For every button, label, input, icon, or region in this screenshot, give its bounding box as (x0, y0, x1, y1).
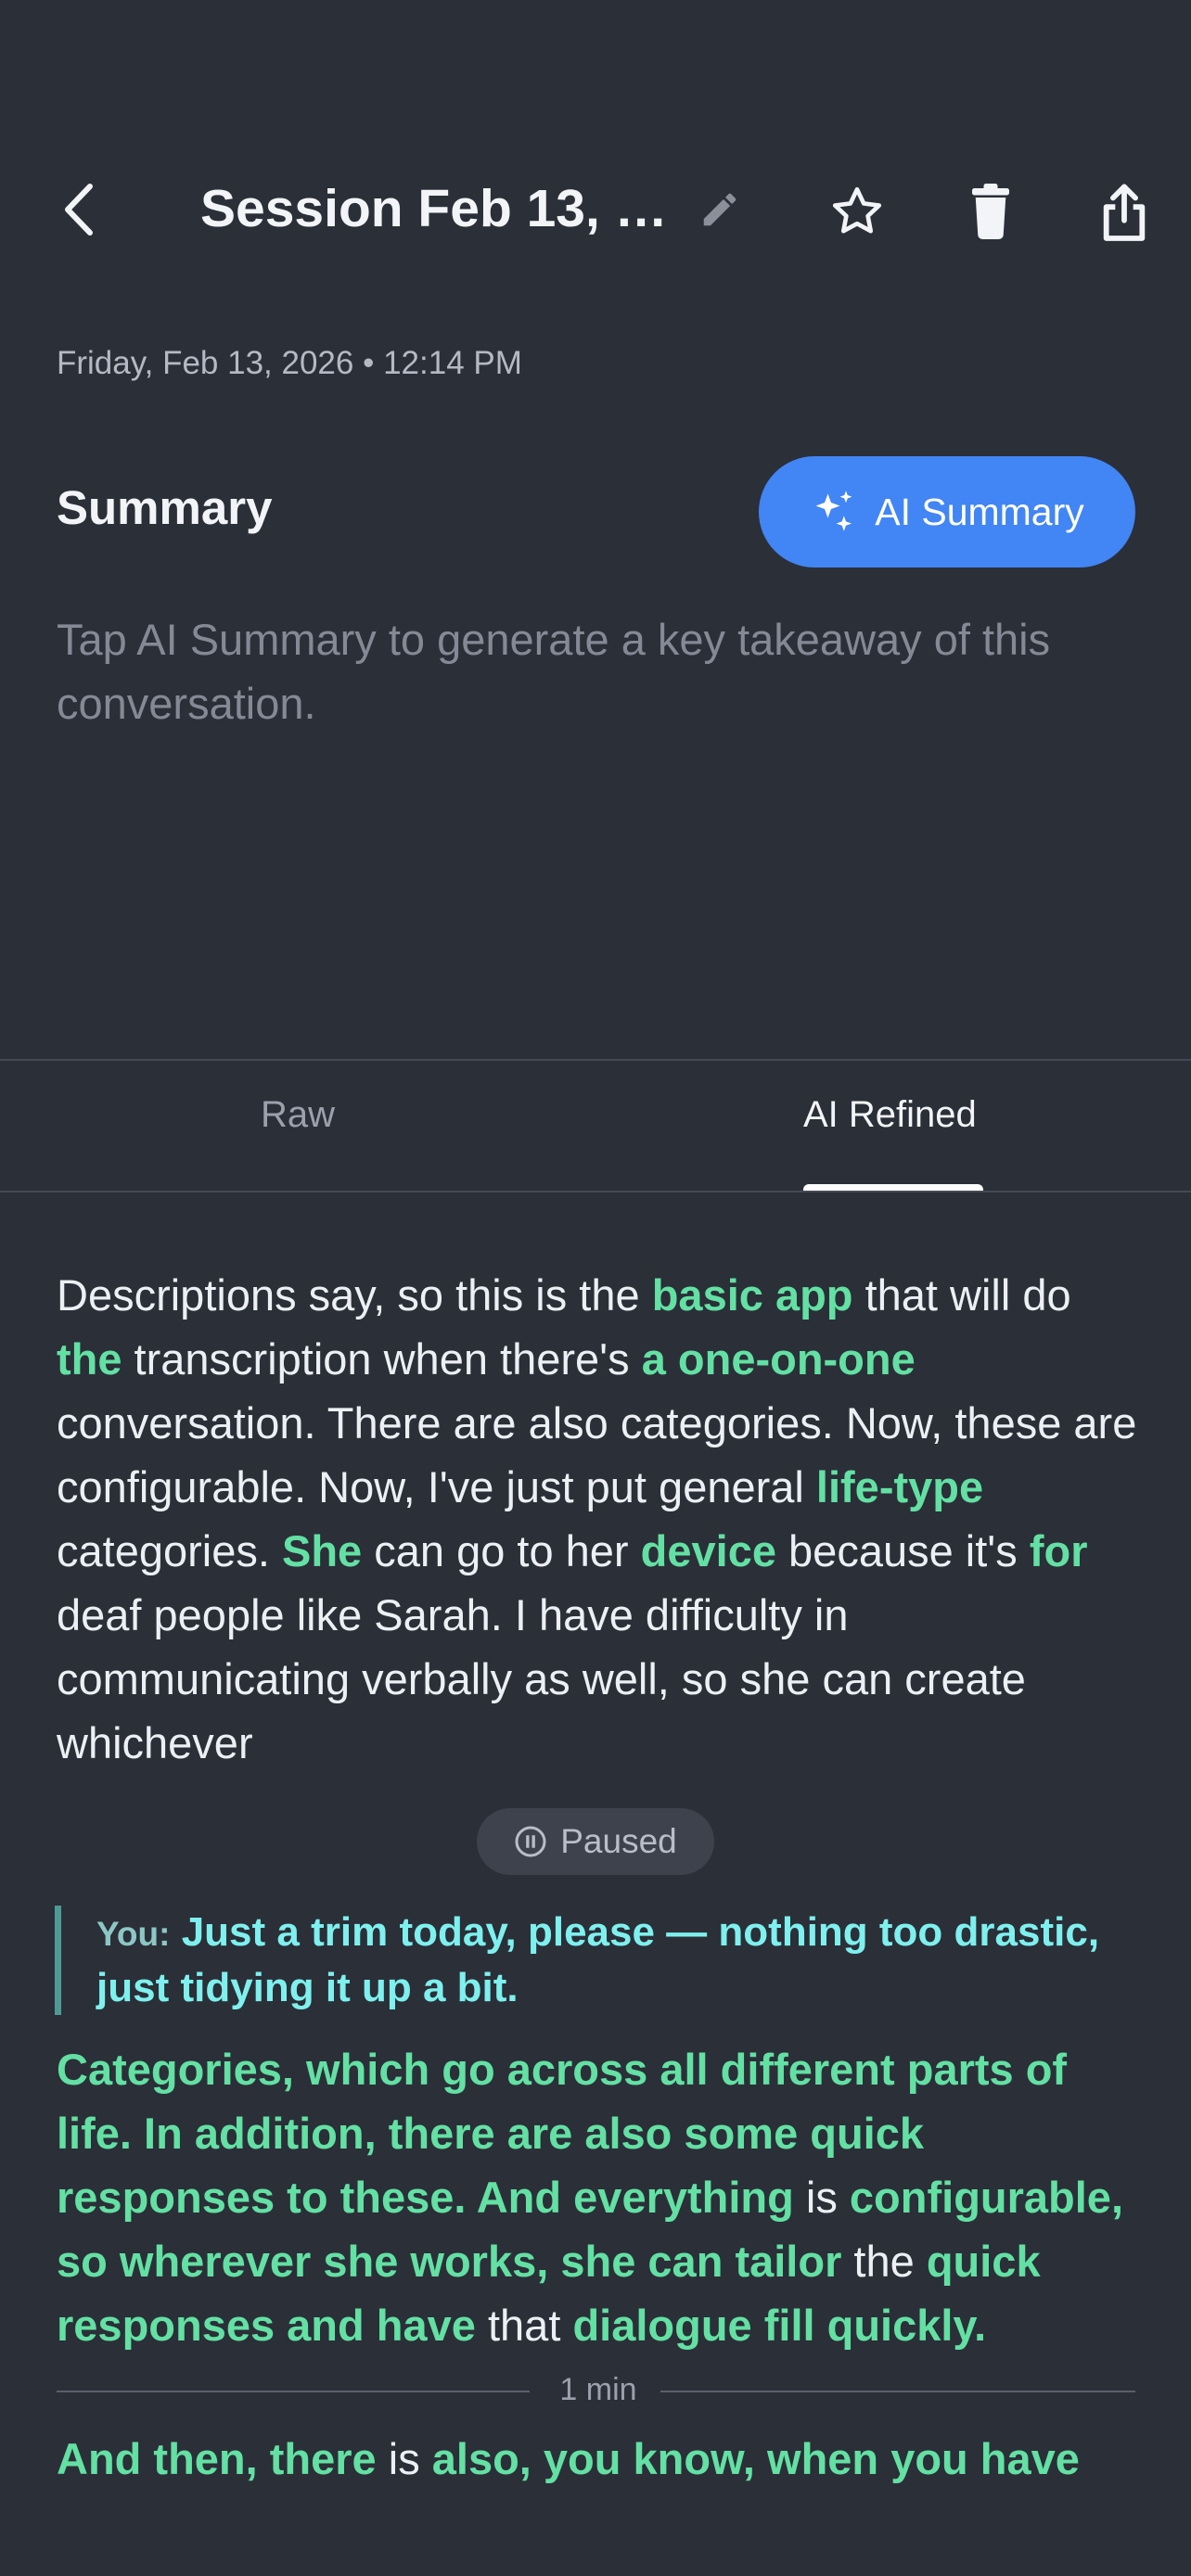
star-icon (832, 186, 882, 234)
summary-placeholder: Tap AI Summary to generate a key takeawa… (57, 615, 1051, 728)
tabs-bottom-divider (0, 1191, 1191, 1192)
paused-indicator: Paused (477, 1808, 714, 1875)
highlighted-phrase: She (281, 1526, 363, 1575)
highlighted-phrase: the (57, 1334, 122, 1384)
sparkle-icon (815, 491, 852, 531)
edit-title-button[interactable] (691, 181, 749, 238)
transcript-text: is (376, 2434, 432, 2483)
highlighted-phrase: life-type (815, 1462, 984, 1511)
trash-icon (972, 184, 1009, 239)
highlighted-phrase: also, you know, when you have (431, 2434, 1080, 2483)
transcript-text: is (793, 2173, 850, 2222)
favorite-button[interactable] (820, 176, 894, 247)
back-button[interactable] (46, 174, 111, 245)
tab-ai-refined[interactable]: AI Refined (803, 1094, 977, 1136)
transcript-segment: And then, there is also, you know, when … (57, 2427, 1142, 2491)
session-date: Friday, Feb 13, 2026 • 12:14 PM (57, 345, 522, 381)
time-divider-label: 1 min (559, 2372, 637, 2407)
session-title: Session Feb 13, … (200, 179, 664, 238)
paused-label: Paused (560, 1822, 677, 1860)
tabs-top-divider (0, 1059, 1191, 1061)
highlighted-phrase: dialogue fill quickly. (572, 2301, 987, 2350)
transcript-text: deaf people like Sarah. I have difficult… (57, 1590, 1026, 1767)
transcript-text: because it's (775, 1526, 1030, 1575)
you-text: Just a trim today, please — nothing too … (96, 1909, 1100, 2010)
ai-summary-button[interactable]: AI Summary (759, 456, 1135, 567)
transcript-text: that will do (852, 1270, 1071, 1320)
edit-icon (703, 193, 736, 226)
share-icon (1103, 184, 1146, 241)
you-label: You: (96, 1915, 171, 1953)
pause-icon (515, 1826, 546, 1857)
time-divider-line-right (660, 2391, 1135, 2392)
highlighted-phrase: for (1029, 1526, 1088, 1575)
ai-summary-button-label: AI Summary (875, 490, 1084, 533)
user-utterance: You: Just a trim today, please — nothing… (55, 1906, 1172, 2015)
transcript-text: the (841, 2237, 927, 2286)
highlighted-phrase: device (640, 1526, 776, 1575)
transcript-text: transcription when there's (122, 1334, 642, 1384)
transcript-text: can go to her (362, 1526, 641, 1575)
transcript-text: Descriptions say, so this is the (57, 1270, 652, 1320)
tab-raw[interactable]: Raw (261, 1094, 335, 1136)
highlighted-phrase: And then, there (57, 2434, 377, 2483)
highlighted-phrase: basic app (651, 1270, 853, 1320)
summary-heading: Summary (57, 481, 273, 534)
delete-button[interactable] (954, 176, 1028, 247)
highlighted-phrase: a one-on-one (641, 1334, 916, 1384)
transcript-segment: Categories, which go across all differen… (57, 2037, 1142, 2357)
time-divider-line-left (57, 2391, 530, 2392)
transcript-text: that (475, 2301, 573, 2350)
transcript-text: categories. (57, 1526, 282, 1575)
share-button[interactable] (1085, 172, 1163, 250)
transcript-segment: Descriptions say, so this is the basic a… (57, 1263, 1142, 1775)
back-icon (65, 184, 93, 236)
